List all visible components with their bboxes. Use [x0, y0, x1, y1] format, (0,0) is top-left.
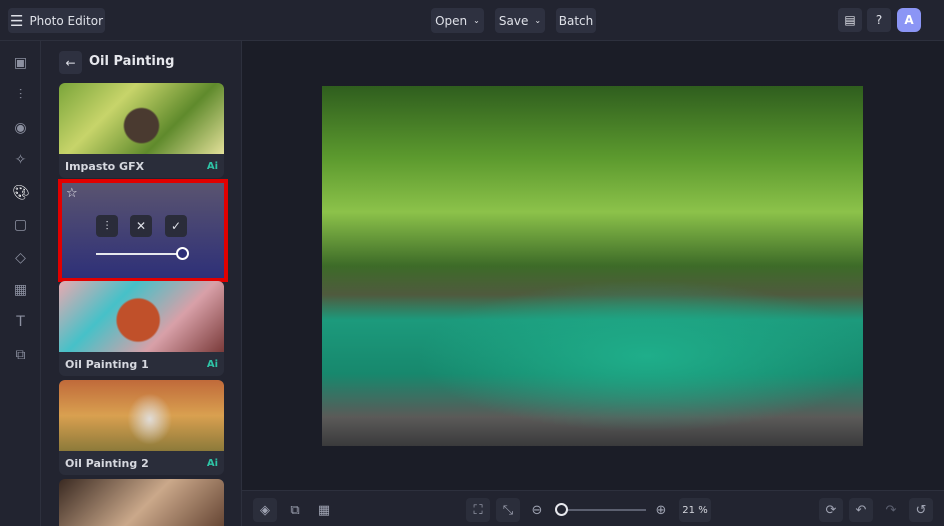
- panel-title: Oil Painting: [89, 54, 175, 69]
- canvas-photo[interactable]: [322, 86, 863, 446]
- zoom-slider-handle[interactable]: [555, 503, 568, 516]
- adjust-icon[interactable]: ⫶: [12, 87, 29, 104]
- effect-thumbnail: [59, 380, 224, 451]
- ai-badge: Ai: [206, 358, 218, 370]
- open-label: Open: [435, 13, 468, 28]
- frame-icon[interactable]: ▢: [12, 217, 29, 234]
- actual-size-button[interactable]: ⤡: [496, 498, 520, 522]
- reset-button[interactable]: ⟳: [819, 498, 843, 522]
- effect-label: Oil Painting 1: [65, 357, 149, 371]
- palette-icon[interactable]: 🎨︎: [12, 185, 30, 202]
- fit-button[interactable]: ⛶: [466, 498, 490, 522]
- grid-button[interactable]: ▦: [312, 498, 336, 522]
- avatar-letter: A: [904, 13, 914, 27]
- effect-card-oil-painting-2[interactable]: Oil Painting 2 Ai: [59, 380, 224, 475]
- batch-button[interactable]: Batch: [556, 8, 596, 33]
- bottom-toolbar: ◈ ⧉ ▦ ⛶ ⤡ ⊖ ⊕ 21 % ⟳ ↶ ↷ ↺: [242, 490, 944, 526]
- apply-button[interactable]: ✓: [165, 215, 187, 237]
- effect-card-next[interactable]: [59, 479, 224, 526]
- cancel-button[interactable]: ✕: [130, 215, 152, 237]
- chat-icon: ▤: [844, 13, 856, 27]
- zoom-out-button[interactable]: ⊖: [525, 498, 549, 522]
- effect-thumbnail: [59, 281, 224, 352]
- selected-effect-controls: ☆ ⫶ ✕ ✓: [58, 179, 228, 282]
- check-icon: ✓: [170, 219, 182, 233]
- compare-icon: ⧉: [290, 502, 300, 518]
- text-icon[interactable]: T: [12, 314, 29, 331]
- zoom-out-icon: ⊖: [531, 502, 543, 518]
- overlay-icon[interactable]: ⧉: [12, 347, 29, 364]
- effect-label: Oil Painting 2: [65, 456, 149, 470]
- sparkle-icon[interactable]: ✧: [12, 152, 29, 169]
- history-icon: ↺: [915, 502, 927, 518]
- redo-icon: ↷: [885, 502, 897, 518]
- save-button[interactable]: Save ⌄: [495, 8, 545, 33]
- open-button[interactable]: Open ⌄: [431, 8, 484, 33]
- intensity-slider-handle[interactable]: [176, 247, 189, 260]
- batch-label: Batch: [558, 13, 594, 28]
- grid-icon: ▦: [317, 502, 331, 518]
- close-icon: ✕: [135, 219, 147, 233]
- app-title: Photo Editor: [29, 13, 103, 28]
- undo-icon: ↶: [855, 502, 867, 518]
- redo-button[interactable]: ↷: [879, 498, 903, 522]
- zoom-in-icon: ⊕: [655, 502, 667, 518]
- effects-panel: ← Oil Painting Impasto GFX Ai ☆ ⫶ ✕ ✓ Oil…: [41, 41, 242, 526]
- zoom-in-button[interactable]: ⊕: [649, 498, 673, 522]
- effect-label: Impasto GFX: [65, 159, 145, 173]
- star-icon[interactable]: ☆: [66, 186, 78, 201]
- help-icon: ?: [875, 13, 883, 27]
- feedback-button[interactable]: ▤: [838, 8, 862, 32]
- zoom-slider[interactable]: [560, 509, 646, 511]
- shrink-icon: ⤡: [502, 502, 514, 518]
- sliders-icon: ⫶: [105, 218, 109, 233]
- help-button[interactable]: ?: [867, 8, 891, 32]
- chevron-down-icon: ⌄: [534, 16, 542, 25]
- effect-card-impasto[interactable]: Impasto GFX Ai: [59, 83, 224, 178]
- chevron-down-icon: ⌄: [473, 16, 480, 25]
- tool-rail: ▣ ⫶ ◉ ✧ 🎨︎ ▢ ◇ ▦ T ⧉: [0, 41, 41, 526]
- main-menu-button[interactable]: ☰ Photo Editor: [8, 8, 105, 33]
- fullscreen-icon: ⛶: [473, 502, 483, 518]
- effect-card-oil-painting-1[interactable]: Oil Painting 1 Ai: [59, 281, 224, 376]
- top-bar: ☰ Photo Editor Open ⌄ Save ⌄ Batch ▤ ? A: [0, 0, 944, 41]
- zoom-level[interactable]: 21 %: [679, 498, 711, 522]
- history-button[interactable]: ↺: [909, 498, 933, 522]
- ai-badge: Ai: [206, 160, 218, 172]
- arrow-left-icon: ←: [65, 55, 76, 70]
- settings-button[interactable]: ⫶: [96, 215, 118, 237]
- undo-button[interactable]: ↶: [849, 498, 873, 522]
- ai-badge: Ai: [206, 457, 218, 469]
- eye-icon[interactable]: ◉: [12, 120, 29, 137]
- layers-icon: ◈: [260, 502, 270, 518]
- intensity-slider[interactable]: [96, 253, 184, 255]
- zoom-value: 21 %: [682, 504, 708, 516]
- save-label: Save: [498, 13, 529, 28]
- image-icon[interactable]: ▣: [12, 55, 29, 72]
- avatar[interactable]: A: [897, 8, 921, 32]
- texture-icon[interactable]: ▦: [12, 282, 29, 299]
- compare-button[interactable]: ⧉: [283, 498, 307, 522]
- layers-button[interactable]: ◈: [253, 498, 277, 522]
- back-button[interactable]: ←: [59, 51, 82, 74]
- shapes-icon[interactable]: ◇: [12, 250, 29, 267]
- effect-thumbnail: [59, 83, 224, 154]
- hamburger-icon: ☰: [9, 11, 24, 30]
- refresh-icon: ⟳: [825, 502, 837, 518]
